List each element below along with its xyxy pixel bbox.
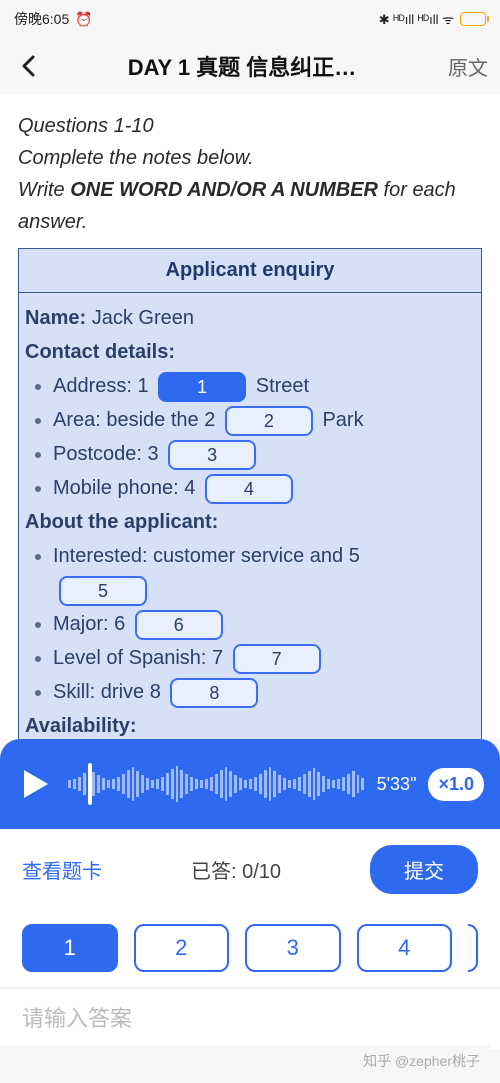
view-question-card-button[interactable]: 查看题卡	[22, 855, 102, 884]
instructions: Questions 1-10 Complete the notes below.…	[18, 110, 482, 238]
blank-7[interactable]: 7	[233, 644, 321, 674]
contact-details-label: Contact details:	[25, 341, 175, 363]
answer-progress: 已答: 0/10	[191, 855, 281, 884]
blank-4[interactable]: 4	[205, 474, 293, 504]
page-title: DAY 1 真题 信息纠正…	[44, 50, 440, 82]
status-bar: 傍晚6:05 ⏰ ✱ ᴴᴰıll ᴴᴰıll ᯤ	[0, 0, 500, 38]
play-icon	[24, 770, 48, 798]
audio-waveform[interactable]	[68, 759, 365, 809]
form-title: Applicant enquiry	[19, 249, 481, 293]
back-button[interactable]	[12, 50, 44, 82]
answer-input[interactable]	[22, 1006, 478, 1032]
blank-2[interactable]: 2	[225, 406, 313, 436]
alarm-icon: ⏰	[75, 11, 92, 28]
question-nav-4[interactable]: 4	[357, 924, 453, 972]
battery-icon	[460, 12, 486, 26]
blank-8[interactable]: 8	[170, 678, 258, 708]
content-area: Questions 1-10 Complete the notes below.…	[0, 94, 500, 739]
playback-speed-button[interactable]: ×1.0	[428, 768, 484, 801]
action-row: 查看题卡 已答: 0/10 提交	[0, 829, 500, 909]
name-label: Name:	[25, 307, 86, 329]
question-nav: 1 2 3 4	[0, 909, 500, 989]
audio-player: 5'33" ×1.0	[0, 739, 500, 829]
blank-1[interactable]: 1	[158, 372, 246, 402]
instructions-line2: Complete the notes below.	[18, 142, 482, 174]
blank-3[interactable]: 3	[168, 440, 256, 470]
original-text-button[interactable]: 原文	[440, 52, 488, 81]
applicant-enquiry-form: Applicant enquiry Name: Jack Green Conta…	[18, 248, 482, 739]
question-nav-next-peek[interactable]	[468, 924, 478, 972]
play-button[interactable]	[16, 764, 56, 804]
instructions-line3: Write ONE WORD AND/OR A NUMBER for each …	[18, 174, 482, 238]
answer-area	[0, 989, 500, 1049]
blank-5[interactable]: 5	[59, 576, 147, 606]
availability-label: Availability:	[25, 715, 137, 737]
submit-button[interactable]: 提交	[370, 845, 478, 894]
status-time: 傍晚6:05	[14, 9, 69, 29]
question-nav-2[interactable]: 2	[134, 924, 230, 972]
nav-bar: DAY 1 真题 信息纠正… 原文	[0, 38, 500, 94]
about-applicant-label: About the applicant:	[25, 511, 218, 533]
instructions-line1: Questions 1-10	[18, 110, 482, 142]
watermark: 知乎 @zepher桃子	[0, 1045, 490, 1077]
question-nav-1[interactable]: 1	[22, 924, 118, 972]
question-nav-3[interactable]: 3	[245, 924, 341, 972]
blank-6[interactable]: 6	[135, 610, 223, 640]
status-icons: ✱ ᴴᴰıll ᴴᴰıll ᯤ	[379, 10, 454, 28]
name-value: Jack Green	[92, 307, 194, 329]
audio-duration: 5'33"	[377, 774, 417, 795]
